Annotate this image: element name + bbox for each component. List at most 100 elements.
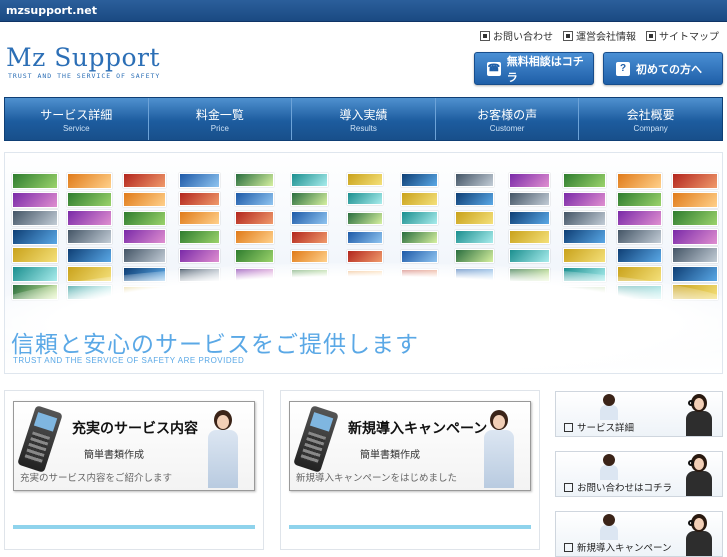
side-banner-contact[interactable]: お問い合わせはコチラ <box>555 451 723 497</box>
nav-label: 導入実績 <box>339 108 388 122</box>
hero-image-tile <box>234 230 275 245</box>
free-consultation-label: 無料相談はコチラ <box>506 55 584 84</box>
hero-image-tile <box>563 173 606 188</box>
side-banner-text: サービス詳細 <box>577 423 635 434</box>
woman-illustration <box>478 410 522 490</box>
free-consultation-button[interactable]: ☎ 無料相談はコチラ <box>474 52 594 85</box>
handheld-device-icon <box>293 405 339 473</box>
side-banner-label: 新規導入キャンペーン <box>564 540 672 554</box>
hero-image-tile <box>563 229 606 245</box>
hero-image-tile <box>509 191 550 207</box>
hero-image-tile <box>123 173 166 188</box>
hero-image-tile <box>509 173 550 188</box>
square-bullet-icon <box>564 422 573 432</box>
hero-image-tile <box>454 173 495 187</box>
square-bullet-icon <box>646 30 656 41</box>
campaign-banner[interactable]: 新規導入キャンペーン 簡単書類作成 新規導入キャンペーンをはじめました <box>289 401 531 491</box>
logo-title: Mz Support <box>6 43 160 72</box>
woman-illustration <box>598 454 620 480</box>
nav-item-customer[interactable]: お客様の声 Customer <box>436 98 580 140</box>
woman-illustration <box>598 394 620 420</box>
hero-image-tile <box>617 173 662 189</box>
nav-label: お客様の声 <box>477 108 538 122</box>
nav-sublabel: Customer <box>489 124 525 133</box>
hero-image-tile <box>290 192 329 206</box>
service-banner[interactable]: 充実のサービス内容 簡単書類作成 充実のサービス内容をご紹介します <box>13 401 255 491</box>
hero-image-tile <box>454 192 495 207</box>
banner-subtitle: 簡単書類作成 <box>360 450 420 461</box>
first-time-label: 初めての方へ <box>636 63 702 76</box>
hero-image-tile <box>290 211 329 225</box>
content-card-campaign: 新規導入キャンペーン 簡単書類作成 新規導入キャンペーンをはじめました <box>280 390 540 550</box>
nav-item-results[interactable]: 導入実績 Results <box>292 98 436 140</box>
hero-image-tile <box>67 247 112 264</box>
hero-image-tile <box>179 248 220 264</box>
card-divider <box>13 525 255 529</box>
nav-item-service[interactable]: サービス詳細 Service <box>5 98 149 140</box>
hero-image-tile <box>400 211 439 225</box>
hero-image-tile <box>454 249 495 264</box>
hero-image-tile <box>11 247 58 263</box>
woman-illustration <box>202 410 246 490</box>
hero-image-tile <box>400 192 439 206</box>
hero-image-tile <box>671 191 718 208</box>
site-logo[interactable]: Mz Support TRUST AND THE SERVICE OF SAFE… <box>6 43 160 81</box>
square-bullet-icon <box>564 542 573 552</box>
hero-image-tile <box>454 230 495 245</box>
handheld-device-icon <box>17 405 63 473</box>
card-divider <box>289 525 531 529</box>
operator-illustration <box>684 454 714 496</box>
first-time-button[interactable]: ? 初めての方へ <box>603 52 723 85</box>
hero-image-tile <box>11 228 58 245</box>
hero-image-tile <box>617 247 662 264</box>
hero-image-tile <box>179 229 220 245</box>
hero-image-tile <box>234 173 275 187</box>
header-links: お問い合わせ 運営会社情報 サイトマップ <box>480 28 719 43</box>
hero-image-tile <box>179 173 220 188</box>
hero-image-tile <box>400 173 439 187</box>
link-contact[interactable]: お問い合わせ <box>480 28 553 43</box>
banner-title: 充実のサービス内容 <box>72 420 198 436</box>
nav-sublabel: Company <box>633 124 668 133</box>
side-banner-text: 新規導入キャンペーン <box>577 543 672 554</box>
hero-image-tile <box>509 248 550 264</box>
hero-image-tile <box>67 173 112 189</box>
hero-image-tile <box>509 229 550 245</box>
banner-subtitle: 簡単書類作成 <box>84 450 144 461</box>
phone-icon: ☎ <box>487 61 501 76</box>
hero-image-tile <box>11 173 58 189</box>
side-banner-label: サービス詳細 <box>564 420 634 434</box>
hero-image-tile <box>234 211 275 226</box>
hero-image-tile <box>290 249 329 264</box>
woman-illustration <box>598 514 620 540</box>
nav-item-company[interactable]: 会社概要 Company <box>579 98 722 140</box>
hero-image-tile <box>67 228 112 245</box>
hero-image-tile <box>179 210 220 226</box>
side-banner-service[interactable]: サービス詳細 <box>555 391 723 437</box>
link-sitemap[interactable]: サイトマップ <box>646 28 719 43</box>
hero-image-tile <box>11 210 58 226</box>
side-banner-text: お問い合わせはコチラ <box>577 483 673 494</box>
hero-subtitle: TRUST AND THE SERVICE OF SAFETY ARE PROV… <box>13 356 245 365</box>
hero-banner: 信頼と安心のサービスをご提供します TRUST AND THE SERVICE … <box>4 152 723 374</box>
hero-image-tile <box>179 191 220 207</box>
link-company-info[interactable]: 運営会社情報 <box>563 28 636 43</box>
side-banner-campaign[interactable]: 新規導入キャンペーン <box>555 511 723 557</box>
hero-image-tile <box>123 210 166 226</box>
hero-image-tile <box>617 228 662 245</box>
link-sitemap-label: サイトマップ <box>659 32 719 43</box>
hero-image-tile <box>234 249 275 264</box>
question-icon: ? <box>616 61 630 76</box>
nav-item-price[interactable]: 料金一覧 Price <box>149 98 293 140</box>
nav-label: 会社概要 <box>626 108 675 122</box>
hero-image-tile <box>400 249 439 264</box>
content-card-service: 充実のサービス内容 簡単書類作成 充実のサービス内容をご紹介します <box>4 390 264 550</box>
hero-image-tile <box>290 173 329 187</box>
square-bullet-icon <box>564 482 573 492</box>
banner-title: 新規導入キャンペーン <box>348 420 488 436</box>
link-company-info-label: 運営会社情報 <box>576 32 636 43</box>
hero-image-tile <box>671 173 718 189</box>
hero-image-tile <box>123 229 166 245</box>
hero-image-tile <box>346 250 383 264</box>
hero-image-tile <box>617 191 662 208</box>
